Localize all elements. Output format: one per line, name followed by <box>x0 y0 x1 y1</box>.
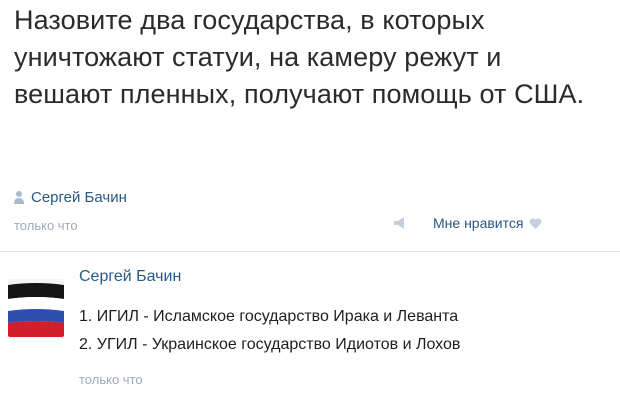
person-icon <box>14 190 24 205</box>
post-timestamp[interactable]: только что <box>14 218 78 233</box>
post-author-line: Сергей Бачин <box>14 189 127 206</box>
heart-icon[interactable] <box>529 217 542 229</box>
wall-post: Назовите два государства, в которых унич… <box>0 0 620 404</box>
megaphone-icon <box>393 216 407 230</box>
comment-text-line: 2. УГИЛ - Украинское государство Идиотов… <box>79 336 461 353</box>
comment-author-link[interactable]: Сергей Бачин <box>79 268 181 286</box>
comment-timestamp[interactable]: только что <box>79 372 143 387</box>
like-label[interactable]: Мне нравится <box>433 215 523 231</box>
avatar[interactable] <box>8 279 64 337</box>
divider <box>0 251 620 252</box>
like-button[interactable]: Мне нравится <box>393 215 542 231</box>
comment-text-line: 1. ИГИЛ - Исламское государство Ирака и … <box>79 308 459 325</box>
post-text: Назовите два государства, в которых унич… <box>14 5 585 109</box>
post-author-link[interactable]: Сергей Бачин <box>31 189 127 206</box>
